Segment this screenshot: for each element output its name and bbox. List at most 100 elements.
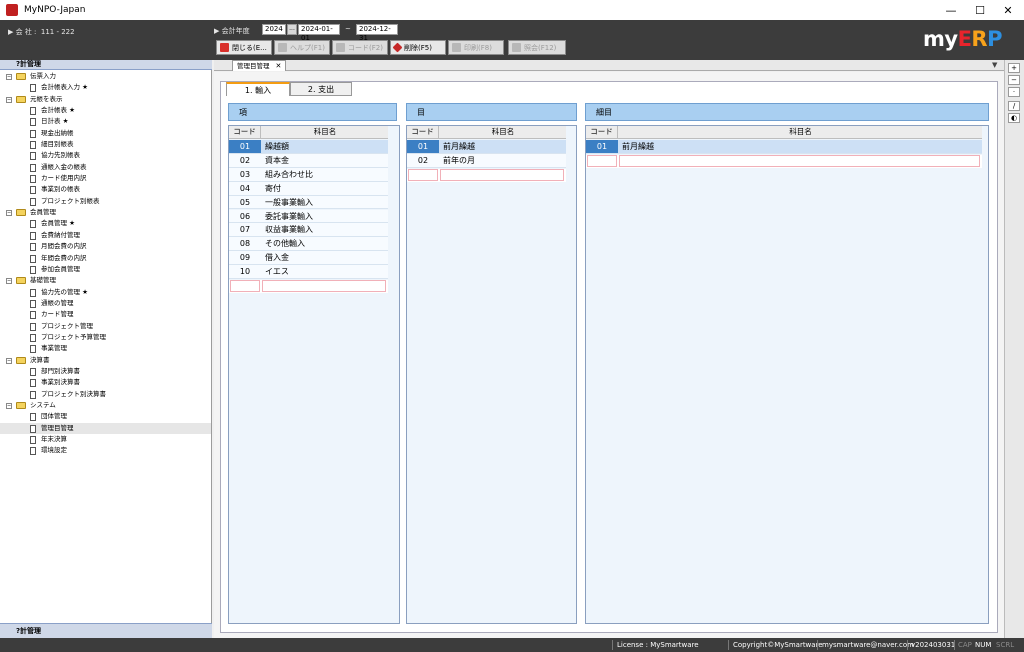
new-name-cell[interactable] — [440, 168, 564, 181]
tree-item[interactable]: 年間会費の内訳 — [0, 253, 211, 264]
tree-folder[interactable]: − 伝票入力 — [0, 71, 211, 82]
tree-item[interactable]: プロジェクト管理 — [0, 321, 211, 332]
cell-name: 収益事業輸入 — [265, 225, 313, 235]
new-name-cell[interactable] — [262, 280, 386, 292]
tree-item-label: 会費納付管理 — [41, 230, 80, 239]
tree-item[interactable]: 事業別の帳表 — [0, 184, 211, 195]
tree-folder[interactable]: − 元帳を表示 — [0, 94, 211, 105]
close-tab-button[interactable]: 閉じる(E... — [216, 40, 272, 55]
tree-folder-label: 元帳を表示 — [30, 94, 63, 103]
new-name-cell[interactable] — [619, 154, 980, 167]
tree-item[interactable]: カード使用内訳 — [0, 173, 211, 184]
right-tool-plus-icon[interactable]: + — [1008, 63, 1020, 73]
date-range-separator: ~ — [345, 25, 351, 33]
tab-dropdown-icon[interactable]: ▼ — [992, 61, 997, 69]
tree-item[interactable]: カード管理 — [0, 309, 211, 320]
tree-item[interactable]: 会員管理 ★ — [0, 218, 211, 229]
tree-item[interactable]: プロジェクト別帳表 — [0, 196, 211, 207]
date-to-field[interactable]: 2024-12-31 — [356, 24, 398, 42]
table-row[interactable]: 07 収益事業輸入 — [229, 223, 388, 238]
tree-folder[interactable]: − 基礎管理 — [0, 275, 211, 286]
tree-item-label: カード使用内訳 — [41, 174, 87, 183]
table-row[interactable]: 01 前月繰越 — [407, 140, 566, 154]
tree-item[interactable]: 細目別帳表 — [0, 139, 211, 150]
right-tool-pen-icon[interactable]: / — [1008, 101, 1020, 111]
tree-item[interactable]: 通帳の管理 — [0, 298, 211, 309]
table-row[interactable]: 03 組み合わせ比 — [229, 167, 388, 182]
new-code-cell[interactable] — [408, 168, 438, 181]
table-row[interactable]: 08 その他輸入 — [229, 237, 388, 252]
document-icon — [30, 141, 36, 150]
tree-item[interactable]: 環境設定 — [0, 445, 211, 456]
tree-folder[interactable]: − 会員管理 — [0, 207, 211, 218]
collapse-icon[interactable]: − — [6, 96, 12, 103]
tree-item[interactable]: 通帳入金の帳表 — [0, 162, 211, 173]
new-row[interactable] — [586, 154, 982, 168]
app-icon — [6, 4, 18, 16]
tree-item[interactable]: 月間会費の内訳 — [0, 241, 211, 252]
tree-item[interactable]: 年末決算 — [0, 434, 211, 445]
doc-tab-account-management[interactable]: 管理目管理 ✕ — [232, 60, 287, 71]
collapse-icon[interactable]: − — [6, 278, 12, 285]
tree-item[interactable]: 会計帳表 ★ — [0, 105, 211, 116]
sidebar-footer[interactable]: ?計管理 — [0, 623, 212, 638]
tree-item[interactable]: 部門別決算書 — [0, 366, 211, 377]
lookup-button[interactable]: 照会(F12) — [508, 40, 566, 55]
cell-name: その他輸入 — [265, 239, 305, 249]
tree-item[interactable]: 日計表 ★ — [0, 116, 211, 127]
new-row[interactable] — [229, 280, 388, 293]
tree-item[interactable]: プロジェクト予算管理 — [0, 332, 211, 343]
collapse-icon[interactable]: − — [6, 74, 12, 80]
table-row[interactable]: 01 前月繰越 — [586, 140, 982, 154]
help-button[interactable]: ヘルプ(F1) — [274, 40, 330, 55]
scrl-indicator: SCRL — [996, 641, 1015, 649]
tree-item[interactable]: 管理目管理 — [0, 422, 211, 434]
tree-item[interactable]: 会計帳表入力 ★ — [0, 82, 211, 93]
cell-name: 委託事業輸入 — [265, 211, 313, 221]
tab-expense[interactable]: 2. 支出 — [290, 82, 352, 96]
cell-code: 02 — [417, 155, 429, 165]
collapse-icon[interactable]: − — [6, 210, 12, 217]
collapse-icon[interactable]: − — [6, 402, 12, 409]
tree-item[interactable]: プロジェクト別決算書 — [0, 389, 211, 400]
table-row[interactable]: 10 イエス — [229, 265, 388, 279]
tree-item[interactable]: 協力先の管理 ★ — [0, 287, 211, 298]
document-icon — [30, 265, 36, 274]
right-tool-contrast-icon[interactable]: ◐ — [1008, 113, 1020, 123]
tree-item[interactable]: 会費納付管理 — [0, 230, 211, 241]
year-field[interactable]: 2024 — [262, 24, 286, 35]
right-tool-dot-icon[interactable]: · — [1008, 87, 1020, 97]
tree-item[interactable]: 協力先別帳表 — [0, 150, 211, 161]
tab-income[interactable]: 1. 輸入 — [226, 82, 290, 96]
close-icon[interactable]: ✕ — [276, 62, 282, 70]
new-code-cell[interactable] — [230, 280, 260, 292]
tree-folder[interactable]: − システム — [0, 400, 211, 411]
table-row[interactable]: 02 前年の月 — [407, 153, 566, 168]
date-picker-button[interactable]: ... — [287, 24, 297, 35]
tree-item[interactable]: 事業別決算書 — [0, 377, 211, 388]
table-row[interactable]: 04 寄付 — [229, 181, 388, 196]
tree-item[interactable]: 事業管理 — [0, 343, 211, 354]
table-row[interactable]: 06 委託事業輸入 — [229, 209, 388, 224]
table-row[interactable]: 09 借入金 — [229, 251, 388, 266]
new-code-cell[interactable] — [587, 154, 617, 167]
cell-code: 04 — [239, 183, 251, 193]
tree-item[interactable]: 現金出納帳 — [0, 128, 211, 139]
collapse-icon[interactable]: − — [6, 357, 12, 364]
tree-folder[interactable]: − 決算書 — [0, 355, 211, 366]
close-window-button[interactable]: ✕ — [992, 0, 1024, 20]
new-row[interactable] — [407, 168, 566, 182]
table-row[interactable]: 01 繰越額 — [229, 140, 388, 154]
print-button[interactable]: 印刷(F8) — [448, 40, 504, 55]
minimize-button[interactable]: — — [935, 0, 967, 20]
delete-button[interactable]: 削除(F5) — [390, 40, 446, 55]
table-row[interactable]: 05 一般事業輸入 — [229, 195, 388, 210]
code-button[interactable]: コード(F2) — [332, 40, 388, 55]
tree-item[interactable]: 参加会員管理 — [0, 264, 211, 275]
date-from-field[interactable]: 2024-01-01 — [298, 24, 340, 42]
document-icon — [30, 436, 36, 444]
table-row[interactable]: 02 資本金 — [229, 153, 388, 168]
right-tool-minus-icon[interactable]: − — [1008, 75, 1020, 85]
tree-item[interactable]: 団体管理 — [0, 411, 211, 422]
document-icon — [30, 288, 36, 297]
